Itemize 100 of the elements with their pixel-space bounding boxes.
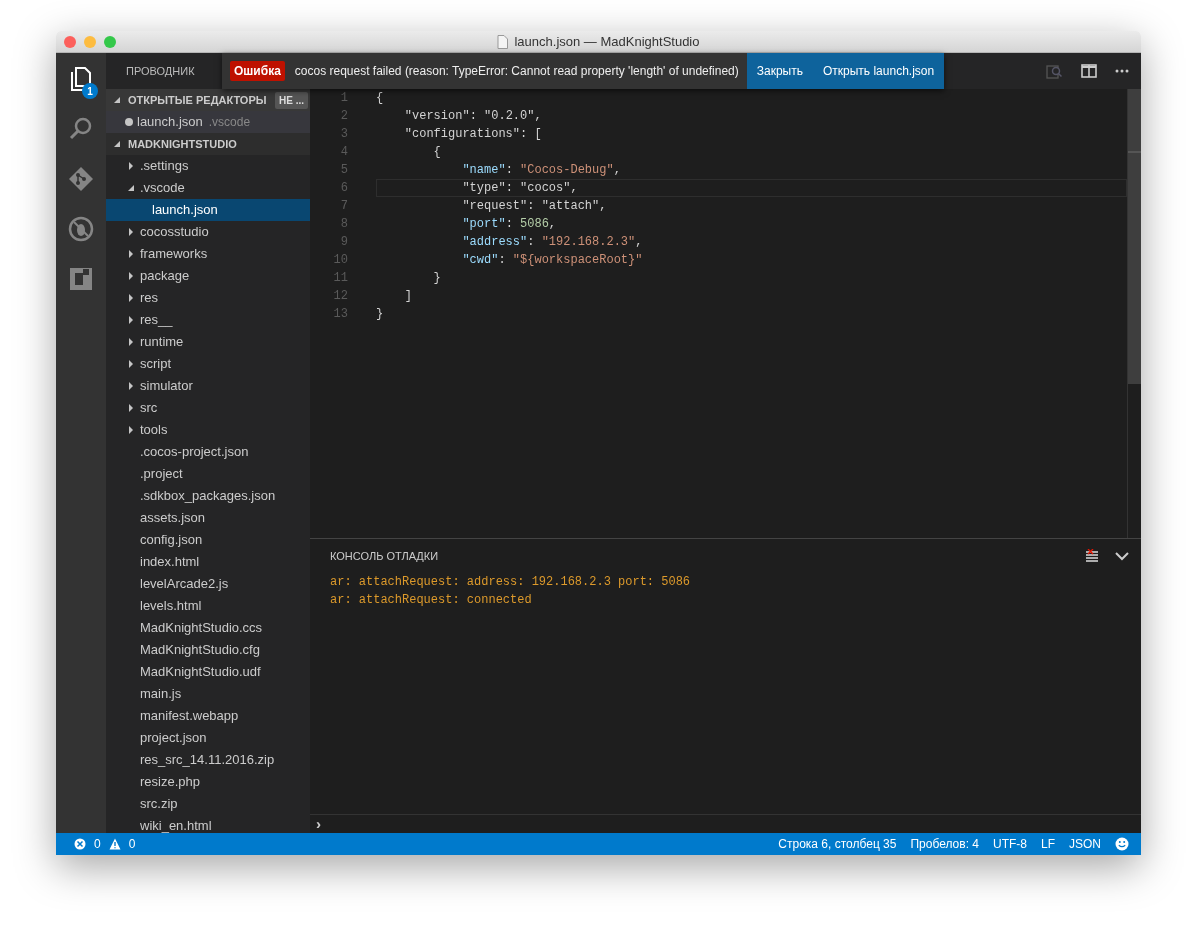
status-item[interactable]: LF [1040, 835, 1055, 853]
status-item[interactable]: Строка 6, столбец 35 [778, 835, 897, 853]
line-number: 13 [332, 306, 348, 323]
folder-item[interactable]: runtime [140, 332, 184, 352]
file-item[interactable]: assets.json [140, 508, 206, 528]
file-item[interactable]: resize.php [140, 772, 200, 792]
scrollbar[interactable] [1127, 89, 1141, 538]
line-number: 3 [339, 126, 348, 143]
file-item[interactable]: .cocos-project.json [140, 442, 249, 462]
file-item[interactable]: MadKnightStudio.cfg [140, 640, 260, 660]
code-line: "cwd": "${workspaceRoot}" [461, 252, 644, 269]
folder-item[interactable]: cocosstudio [140, 222, 209, 242]
folder-item[interactable]: res [140, 288, 159, 308]
extensions-icon[interactable] [67, 265, 95, 293]
notification-message: cocos request failed (reason: TypeError: Cannot read property 'length' of undefined) [294, 63, 739, 80]
clear-console-icon[interactable] [1085, 549, 1099, 563]
collapsed-caret-icon[interactable] [126, 381, 136, 391]
panel-title: КОНСОЛЬ ОТЛАДКИ [330, 548, 439, 564]
chevron-down-icon[interactable] [1115, 551, 1129, 561]
code-line: { [432, 144, 442, 161]
folder-item[interactable]: simulator [140, 376, 193, 396]
file-item[interactable]: res_src_14.11.2016.zip [140, 750, 275, 770]
prompt-symbol: › [316, 815, 321, 832]
line-number: 7 [339, 198, 348, 215]
code-line: "configurations": [ [403, 126, 543, 143]
collapsed-caret-icon[interactable] [126, 249, 136, 259]
folder-item[interactable]: .settings [140, 156, 189, 176]
file-item[interactable]: levelArcade2.js [140, 574, 229, 594]
code-line: "version": "0.2.0", [403, 108, 543, 125]
expanded-caret-icon[interactable] [112, 139, 122, 149]
folder-item[interactable]: script [140, 354, 172, 374]
file-item[interactable]: wiki_en.html [140, 816, 212, 833]
expanded-caret-icon[interactable] [112, 95, 122, 105]
file-item[interactable]: config.json [140, 530, 203, 550]
diamond-icon[interactable] [67, 165, 95, 193]
warning-count: 0 [128, 836, 136, 853]
warning-icon [108, 838, 121, 850]
line-number: 6 [339, 180, 348, 197]
folder-item[interactable]: frameworks [140, 244, 208, 264]
file-item[interactable]: index.html [140, 552, 200, 572]
code-line: } [432, 270, 442, 287]
file-item[interactable]: main.js [140, 684, 182, 704]
code-line: "type": "cocos", [376, 179, 1127, 197]
code-line: "request": "attach", [461, 198, 608, 215]
file-item[interactable]: project.json [140, 728, 207, 748]
file-item[interactable]: manifest.webapp [140, 706, 239, 726]
collapsed-caret-icon[interactable] [126, 161, 136, 171]
code-line: "address": "192.168.2.3", [461, 234, 644, 251]
collapsed-caret-icon[interactable] [126, 227, 136, 237]
count-badge: 1 [82, 83, 98, 99]
line-number: 11 [332, 270, 348, 287]
section-header[interactable]: ОТКРЫТЫЕ РЕДАКТОРЫ [128, 91, 267, 109]
line-number: 10 [332, 252, 348, 269]
collapsed-caret-icon[interactable] [126, 315, 136, 325]
smiley-icon[interactable] [1115, 837, 1129, 851]
line-number: 8 [339, 216, 348, 233]
file-item[interactable]: src.zip [140, 794, 178, 814]
error-badge: Ошибка [230, 61, 285, 81]
line-number: 12 [332, 288, 348, 305]
code-line: ] [403, 288, 413, 305]
folder-item[interactable]: tools [140, 420, 168, 440]
console-output-line: ar: attachRequest: address: 192.168.2.3 port: 5086 [330, 574, 692, 591]
collapsed-caret-icon[interactable] [126, 293, 136, 303]
status-item[interactable]: Пробелов: 4 [910, 835, 979, 853]
folder-item[interactable]: res__ [140, 310, 173, 330]
file-path: .vscode [208, 114, 251, 131]
expanded-caret-icon[interactable] [126, 183, 136, 193]
folder-item[interactable]: .vscode [140, 178, 185, 198]
line-number: 4 [339, 144, 348, 161]
file-item[interactable]: levels.html [140, 596, 202, 616]
code-line: { [376, 90, 385, 107]
status-item[interactable]: UTF-8 [992, 835, 1027, 853]
notification-action-button[interactable]: Открыть launch.json [813, 53, 945, 89]
notification-action-button[interactable]: Закрыть [746, 53, 813, 89]
split-editor-icon[interactable] [1081, 64, 1097, 78]
collapsed-caret-icon[interactable] [126, 271, 136, 281]
more-icon[interactable] [1115, 69, 1129, 73]
status-item[interactable]: JSON [1069, 835, 1101, 853]
open-editor-item[interactable]: launch.json [137, 112, 203, 132]
folder-item[interactable]: package [140, 266, 190, 286]
collapsed-caret-icon[interactable] [126, 359, 136, 369]
line-number: 5 [339, 162, 348, 179]
line-number: 2 [339, 108, 348, 125]
code-line: "name": "Cocos-Debug", [461, 162, 622, 179]
collapsed-caret-icon[interactable] [126, 425, 136, 435]
dirty-count-badge: НЕ ... [275, 91, 308, 109]
collapsed-caret-icon[interactable] [126, 337, 136, 347]
line-number: 1 [339, 90, 348, 107]
file-item[interactable]: MadKnightStudio.ccs [140, 618, 263, 638]
problems-indicator[interactable]: 0 0 [74, 835, 136, 853]
error-icon [74, 838, 86, 850]
line-number: 9 [339, 234, 348, 251]
bug-icon[interactable] [67, 215, 95, 243]
window-title: launch.json — MadKnightStudio [514, 32, 700, 51]
collapsed-caret-icon[interactable] [126, 403, 136, 413]
folder-item[interactable]: src [140, 398, 158, 418]
file-item[interactable]: .project [140, 464, 183, 484]
file-item[interactable]: MadKnightStudio.udf [140, 662, 261, 682]
code-line: } [376, 306, 385, 323]
file-item[interactable]: .sdkbox_packages.json [140, 486, 276, 506]
